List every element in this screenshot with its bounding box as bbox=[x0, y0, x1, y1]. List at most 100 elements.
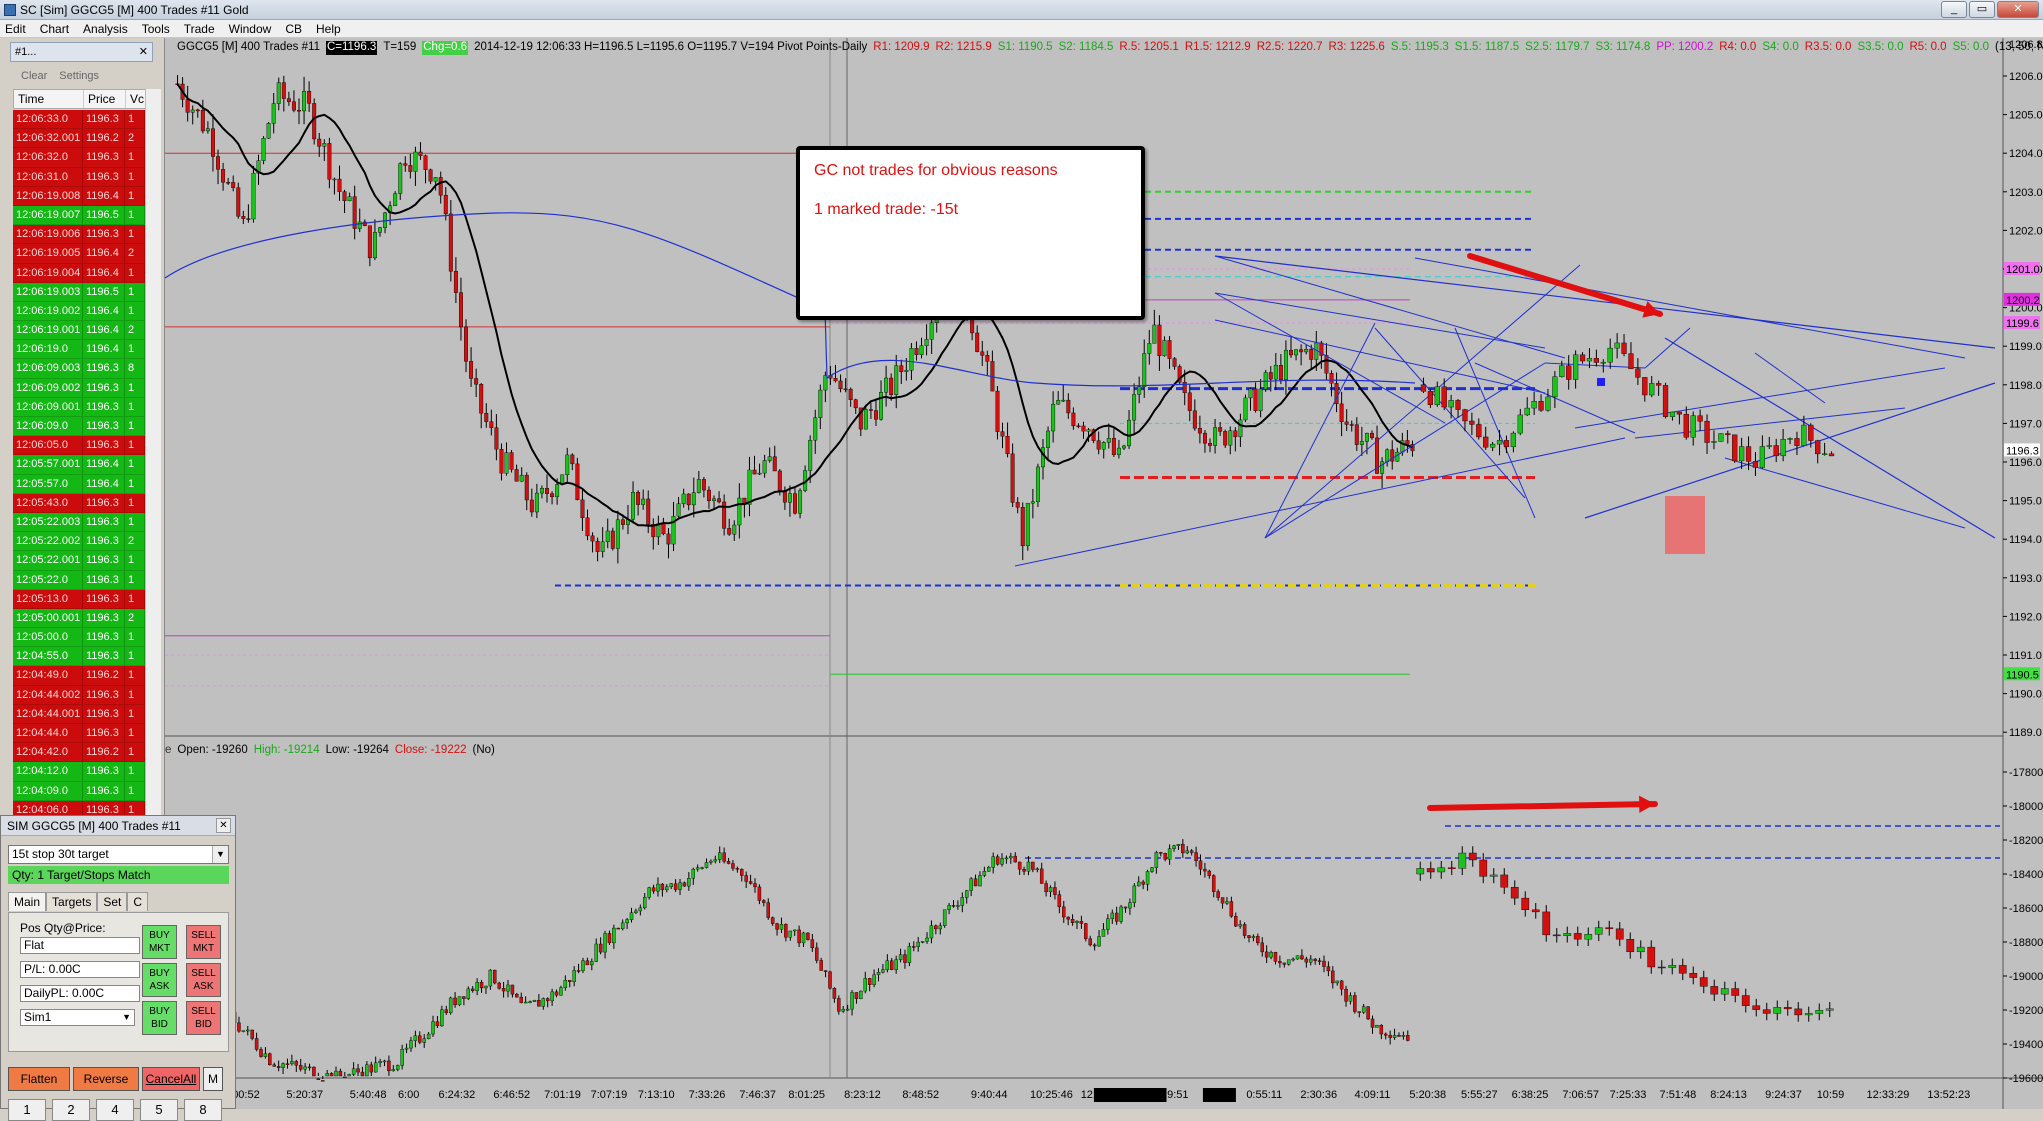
candle-body bbox=[281, 82, 286, 99]
lower-candle-body bbox=[400, 1048, 404, 1066]
app-icon bbox=[4, 4, 16, 16]
lower-candle-body bbox=[735, 868, 740, 870]
candle-body bbox=[1268, 372, 1273, 380]
close-button[interactable]: ✕ bbox=[1997, 1, 2039, 18]
ts-cell-volume: 1 bbox=[125, 628, 145, 647]
candle-body bbox=[889, 377, 894, 395]
pl-field: P/L: 0.00C bbox=[20, 961, 140, 978]
ts-cell-volume: 1 bbox=[125, 110, 145, 129]
qty-4-button[interactable]: 4 bbox=[96, 1099, 134, 1121]
candle-body bbox=[1538, 401, 1544, 411]
tab-main[interactable]: Main bbox=[8, 892, 47, 911]
close-icon[interactable]: ✕ bbox=[139, 43, 148, 61]
menu-edit[interactable]: Edit bbox=[5, 20, 26, 37]
lower-candle-body bbox=[563, 979, 568, 988]
qty-8-button[interactable]: 8 bbox=[184, 1099, 222, 1121]
candle-body bbox=[1066, 399, 1071, 414]
time-and-sales-tab[interactable]: #1... ✕ bbox=[10, 42, 153, 62]
account-select[interactable]: Sim1 ▼ bbox=[20, 1009, 135, 1026]
chevron-down-icon[interactable]: ▼ bbox=[122, 1010, 131, 1025]
menu-help[interactable]: Help bbox=[316, 20, 341, 37]
lower-candle-body bbox=[1794, 1008, 1803, 1016]
candle-body bbox=[545, 488, 549, 494]
lower-candle-body bbox=[678, 882, 682, 890]
chevron-down-icon[interactable]: ▼ bbox=[212, 846, 228, 863]
candle-body bbox=[686, 493, 691, 506]
tab-targets[interactable]: Targets bbox=[46, 892, 98, 911]
tab-set[interactable]: Set bbox=[97, 892, 128, 911]
chart-area[interactable]: 1206.0 1205.0 1204.0 1203.0 1202.0 1201.0 1200… bbox=[165, 38, 2043, 1109]
time-axis-label: 7:13:10 bbox=[638, 1089, 675, 1101]
lower-candle-body bbox=[634, 910, 638, 913]
ts-cell-price: 1196.3 bbox=[83, 436, 125, 455]
lower-axis-label: -19600 bbox=[2009, 1073, 2043, 1085]
candle-body bbox=[1202, 432, 1207, 444]
lower-candle-body bbox=[1123, 906, 1128, 909]
qty-1-button[interactable]: 1 bbox=[8, 1099, 46, 1121]
menu-analysis[interactable]: Analysis bbox=[83, 20, 128, 37]
ts-col-time[interactable]: Time bbox=[14, 90, 84, 108]
change-badge: Chg=0.6 bbox=[422, 41, 469, 55]
buy-bid-button[interactable]: BUY BID bbox=[142, 1001, 177, 1035]
candle-body bbox=[453, 271, 458, 293]
lower-candle-body bbox=[1552, 934, 1561, 937]
candle-body bbox=[1370, 432, 1374, 439]
ts-settings-button[interactable]: Settings bbox=[59, 70, 99, 86]
m-button[interactable]: M bbox=[203, 1067, 223, 1091]
lower-candle-body bbox=[669, 883, 673, 887]
reverse-button[interactable]: Reverse bbox=[73, 1067, 139, 1091]
candle-body bbox=[975, 332, 980, 353]
lower-candle-body bbox=[1119, 906, 1123, 922]
menu-cb[interactable]: CB bbox=[285, 20, 302, 37]
menu-bar: Edit Chart Analysis Tools Trade Window C… bbox=[0, 20, 2043, 38]
trend-line bbox=[1644, 327, 1691, 369]
candle-body bbox=[337, 178, 342, 192]
menu-chart[interactable]: Chart bbox=[40, 20, 69, 37]
pivot-label: R.5: 1205.1 bbox=[1119, 41, 1179, 53]
qty-2-button[interactable]: 2 bbox=[52, 1099, 90, 1121]
lower-candle-body bbox=[351, 1068, 356, 1075]
candle-body bbox=[1434, 386, 1440, 405]
strategy-select[interactable]: 15t stop 30t target ▼ bbox=[8, 845, 229, 864]
ts-cell-volume: 1 bbox=[125, 148, 145, 167]
sell-bid-button[interactable]: SELL BID bbox=[186, 1001, 221, 1035]
lower-candle-body bbox=[1159, 852, 1163, 854]
close-icon[interactable]: ✕ bbox=[216, 818, 231, 833]
lower-candle-body bbox=[1220, 897, 1225, 904]
menu-window[interactable]: Window bbox=[229, 20, 272, 37]
ts-col-price[interactable]: Price bbox=[84, 90, 126, 108]
cancel-all-button[interactable]: CancelAll bbox=[142, 1067, 200, 1091]
lower-candle-body bbox=[475, 982, 479, 991]
lower-candle-body bbox=[1264, 951, 1269, 958]
lower-candle-body bbox=[876, 972, 881, 976]
ts-row: 12:06:19.008 1196.4 1 bbox=[13, 186, 161, 206]
lower-candle-body bbox=[823, 970, 828, 972]
sell-ask-button[interactable]: SELL ASK bbox=[186, 963, 221, 997]
ts-col-volume[interactable]: Vc bbox=[126, 90, 146, 108]
lower-candle-body bbox=[806, 932, 810, 940]
tab-c[interactable]: C bbox=[127, 892, 149, 911]
qty-5-button[interactable]: 5 bbox=[140, 1099, 178, 1121]
lower-candle-body bbox=[717, 852, 722, 860]
lower-candle-body bbox=[1092, 944, 1097, 947]
title-bar: SC [Sim] GGCG5 [M] 400 Trades #11 Gold _… bbox=[0, 0, 2043, 20]
flatten-button[interactable]: Flatten bbox=[8, 1067, 70, 1091]
candle-body bbox=[307, 90, 312, 104]
buy-ask-button[interactable]: BUY ASK bbox=[142, 963, 177, 997]
lower-candle-body bbox=[554, 991, 559, 996]
minimize-button[interactable]: _ bbox=[1941, 1, 1967, 18]
candle-body bbox=[1213, 427, 1218, 446]
ts-cell-price: 1196.3 bbox=[83, 724, 125, 743]
buy-mkt-button[interactable]: BUY MKT bbox=[142, 925, 177, 959]
sell-mkt-button[interactable]: SELL MKT bbox=[186, 925, 221, 959]
maximize-button[interactable]: ▭ bbox=[1969, 1, 1995, 18]
pivot-label: R2: 1215.9 bbox=[935, 41, 992, 53]
menu-trade[interactable]: Trade bbox=[184, 20, 215, 37]
candle-body bbox=[1448, 400, 1454, 408]
menu-tools[interactable]: Tools bbox=[142, 20, 170, 37]
candle-body bbox=[231, 182, 236, 188]
ts-cell-price: 1196.3 bbox=[83, 762, 125, 781]
lower-candle-body bbox=[660, 883, 665, 891]
ts-cell-volume: 1 bbox=[125, 781, 145, 800]
ts-clear-button[interactable]: Clear bbox=[21, 70, 47, 86]
